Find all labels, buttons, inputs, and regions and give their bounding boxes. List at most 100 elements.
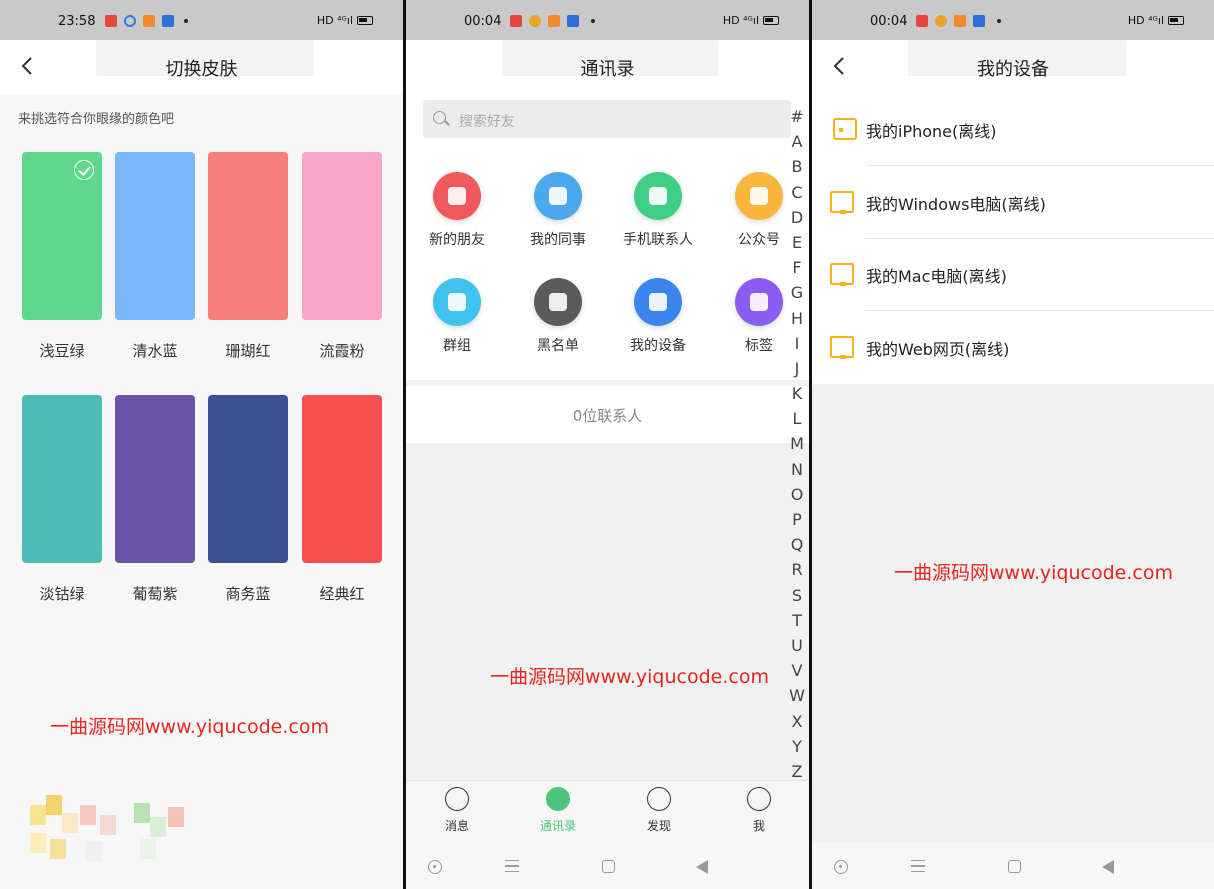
home-icon[interactable] (1008, 860, 1021, 873)
contact-entry-label: 群组 (443, 338, 471, 354)
contact-entry[interactable]: 群组 (412, 278, 502, 355)
top-navbar: 通讯录 (406, 40, 809, 94)
skin-label: 经典红 (319, 585, 365, 603)
contact-entry[interactable]: 我的同事 (513, 172, 603, 249)
watermark: 一曲源码网www.yiqucode.com (894, 562, 1173, 584)
alphabet-letter[interactable]: R (789, 557, 805, 582)
skin-swatch[interactable] (115, 152, 195, 320)
device-item[interactable]: 我的Mac电脑(离线) (812, 239, 1214, 311)
back-nav-icon[interactable] (1102, 860, 1114, 874)
alphabet-letter[interactable]: M (789, 431, 805, 456)
alphabet-letter[interactable]: W (789, 683, 805, 708)
skin-swatch[interactable] (22, 152, 102, 320)
message-icon (445, 787, 469, 811)
hd-indicator: HD (1127, 14, 1145, 27)
watermark: 一曲源码网www.yiqucode.com (490, 666, 769, 688)
contact-entry-label: 黑名单 (537, 338, 579, 354)
skin-label: 流霞粉 (319, 342, 365, 360)
alphabet-letter[interactable]: Y (789, 734, 805, 759)
menu-icon[interactable] (505, 860, 519, 872)
alphabet-letter[interactable]: Q (789, 532, 805, 557)
battery-icon (357, 16, 373, 25)
alphabet-letter[interactable]: U (789, 633, 805, 658)
contact-entry[interactable]: 公众号 (714, 172, 804, 249)
watermark: 一曲源码网www.yiqucode.com (50, 716, 329, 738)
official-account-icon (735, 172, 783, 220)
notification-icon (143, 15, 155, 27)
skin-swatch[interactable] (115, 395, 195, 563)
menu-icon[interactable] (911, 860, 925, 872)
notification-icon (105, 15, 117, 27)
hd-indicator: HD (316, 14, 334, 27)
assistant-icon[interactable] (834, 860, 848, 874)
group-icon (433, 278, 481, 326)
monitor-icon (830, 190, 854, 214)
tab-item[interactable]: 我 (724, 787, 794, 834)
more-notifications-icon (997, 19, 1001, 23)
tab-item[interactable]: 消息 (422, 787, 492, 834)
alphabet-letter[interactable]: N (789, 457, 805, 482)
notification-icon (124, 15, 136, 27)
my-device-icon (634, 278, 682, 326)
skin-swatch[interactable] (208, 152, 288, 320)
device-label: 我的Mac电脑(离线) (866, 267, 1007, 286)
status-bar: 00:04 HD ⁴ᴳıl (812, 0, 1214, 40)
alphabet-letter[interactable]: V (789, 658, 805, 683)
contact-entry-label: 公众号 (738, 232, 780, 248)
alphabet-letter[interactable]: P (789, 507, 805, 532)
contact-entry[interactable]: 我的设备 (613, 278, 703, 355)
device-item[interactable]: 我的iPhone(离线) (812, 94, 1214, 166)
page-title: 通讯录 (580, 59, 635, 80)
contact-count: 0位联系人 (572, 407, 643, 425)
assistant-icon[interactable] (428, 860, 442, 874)
contact-entry-label: 标签 (745, 338, 773, 354)
colleague-icon (534, 172, 582, 220)
device-list: 我的iPhone(离线) 我的Windows电脑(离线) 我的Mac电脑(离线) 我的… (812, 94, 1214, 384)
contact-entry-label: 我的同事 (530, 232, 586, 248)
alphabet-letter[interactable]: K (789, 381, 805, 406)
notification-icon (935, 15, 947, 27)
device-item[interactable]: 我的Web网页(离线) (812, 312, 1214, 384)
more-notifications-icon (591, 19, 595, 23)
contact-entry[interactable]: 手机联系人 (613, 172, 703, 249)
contact-entry[interactable]: 新的朋友 (412, 172, 502, 249)
device-item[interactable]: 我的Windows电脑(离线) (812, 167, 1214, 239)
tab-item[interactable]: 通讯录 (523, 787, 593, 834)
tab-label: 消息 (444, 819, 469, 833)
alphabet-letter[interactable]: J (789, 356, 805, 381)
more-notifications-icon (184, 19, 188, 23)
back-nav-icon[interactable] (696, 860, 708, 874)
skin-label: 商务蓝 (225, 585, 271, 603)
search-input[interactable]: 搜索好友 (423, 100, 791, 138)
contact-entry[interactable]: 标签 (714, 278, 804, 355)
web-monitor-icon (830, 335, 854, 359)
alphabet-letter[interactable]: L (789, 406, 805, 431)
alphabet-letter[interactable]: F (789, 255, 805, 280)
alphabet-letter[interactable]: T (789, 608, 805, 633)
skin-swatch[interactable] (302, 152, 382, 320)
skin-swatch[interactable] (208, 395, 288, 563)
page-title: 切换皮肤 (165, 59, 238, 80)
status-indicators: HD ⁴ᴳıl (1128, 14, 1184, 27)
home-icon[interactable] (602, 860, 615, 873)
search-placeholder: 搜索好友 (459, 114, 515, 130)
alphabet-letter[interactable]: # (789, 104, 805, 129)
skin-swatch[interactable] (22, 395, 102, 563)
alphabet-letter[interactable]: X (789, 709, 805, 734)
page-title: 我的设备 (977, 59, 1049, 80)
alphabet-letter[interactable]: O (789, 482, 805, 507)
blacklist-icon (534, 278, 582, 326)
status-bar: 00:04 HD ⁴ᴳıl (406, 0, 809, 40)
alphabet-letter[interactable]: A (789, 129, 805, 154)
status-time: 00:04 (870, 14, 908, 29)
top-navbar: 我的设备 (812, 40, 1214, 94)
tab-item[interactable]: 发现 (624, 787, 694, 834)
contact-entry[interactable]: 黑名单 (513, 278, 603, 355)
battery-icon (1168, 16, 1184, 25)
contact-entry-label: 手机联系人 (623, 232, 693, 248)
skin-swatch[interactable] (302, 395, 382, 563)
system-nav-bar (812, 842, 1214, 889)
alphabet-letter[interactable]: S (789, 583, 805, 608)
skin-label: 珊瑚红 (225, 342, 271, 360)
my-devices-screen: 00:04 HD ⁴ᴳıl 我的设备 我的iPhone(离线) 我的Windows… (812, 0, 1214, 889)
